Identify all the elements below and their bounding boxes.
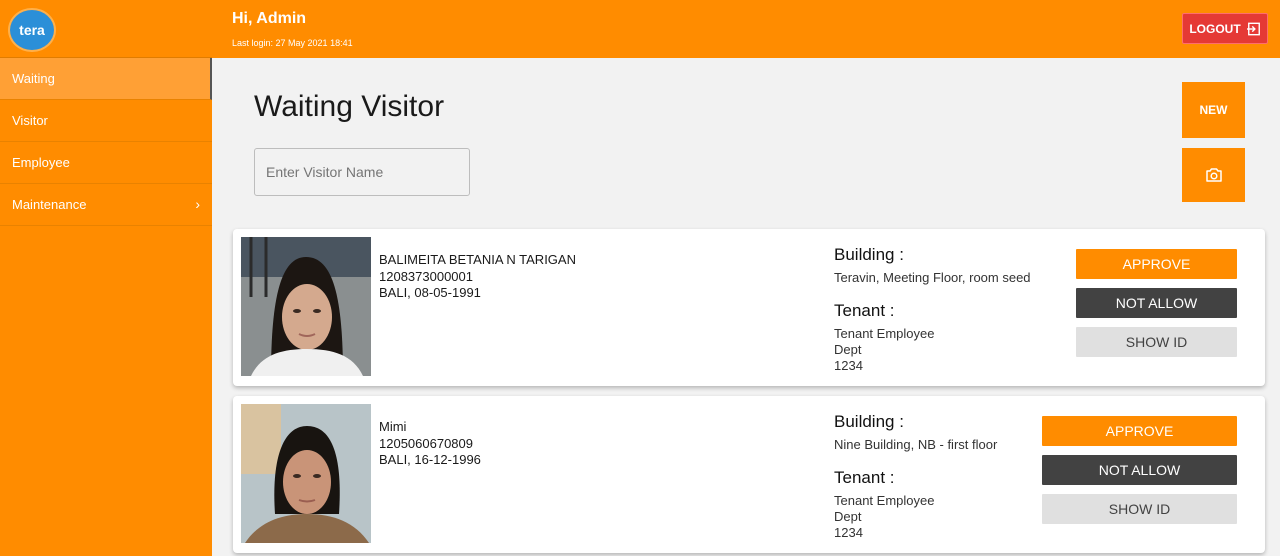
sidebar-item-maintenance[interactable]: Maintenance › xyxy=(0,184,212,226)
tenant-code: 1234 xyxy=(834,358,863,373)
visitor-birth: BALI, 08-05-1991 xyxy=(379,285,481,300)
visitor-card: Mimi 1205060670809 BALI, 16-12-1996 Buil… xyxy=(233,396,1265,553)
camera-icon xyxy=(1205,168,1222,182)
new-label: NEW xyxy=(1199,103,1228,117)
show-id-button[interactable]: SHOW ID xyxy=(1076,327,1237,357)
tenant-value: Tenant Employee Dept 1234 xyxy=(834,493,934,541)
tenant-name: Tenant Employee xyxy=(834,326,935,341)
logout-label: LOGOUT xyxy=(1189,21,1241,36)
logout-button[interactable]: LOGOUT xyxy=(1182,13,1268,44)
approve-button[interactable]: APPROVE xyxy=(1076,249,1237,279)
greeting-text: Hi, Admin xyxy=(232,10,307,27)
tenant-dept: Dept xyxy=(834,342,862,357)
page-title: Waiting Visitor xyxy=(254,90,445,123)
visitor-id-number: 1205060670809 xyxy=(379,435,473,451)
tenant-code: 1234 xyxy=(834,525,863,540)
tenant-name: Tenant Employee xyxy=(834,493,935,508)
visitor-info: BALIMEITA BETANIA N TARIGAN 120837300000… xyxy=(379,252,576,302)
sidebar-item-label: Maintenance xyxy=(12,197,87,212)
show-id-label: SHOW ID xyxy=(1108,501,1171,517)
tenant-dept: Dept xyxy=(834,509,862,524)
top-header: Hi, Admin Last login: 27 May 2021 18:41 … xyxy=(212,0,1280,58)
visitor-id-number: 1208373000001 xyxy=(379,268,473,284)
visitor-info: Mimi 1205060670809 BALI, 16-12-1996 xyxy=(379,419,481,469)
visitor-name: Mimi xyxy=(379,419,407,434)
visitor-photo xyxy=(241,404,371,543)
building-value: Teravin, Meeting Floor, room seed xyxy=(834,270,1031,285)
tenant-label: Tenant : xyxy=(834,301,895,320)
sidebar-header: tera xyxy=(0,0,212,58)
sidebar-item-label: Employee xyxy=(12,155,70,170)
building-label: Building : xyxy=(834,412,904,431)
sidebar-item-label: Waiting xyxy=(12,71,55,86)
not-allow-button[interactable]: NOT ALLOW xyxy=(1042,455,1237,485)
visitor-birth: BALI, 16-12-1996 xyxy=(379,452,481,467)
not-allow-label: NOT ALLOW xyxy=(1115,295,1198,311)
building-value: Nine Building, NB - first floor xyxy=(834,437,998,452)
tenant-value: Tenant Employee Dept 1234 xyxy=(834,326,934,374)
last-login-text: Last login: 27 May 2021 18:41 xyxy=(232,38,353,48)
app-logo[interactable]: tera xyxy=(8,8,56,52)
show-id-label: SHOW ID xyxy=(1125,334,1188,350)
show-id-button[interactable]: SHOW ID xyxy=(1042,494,1237,524)
camera-button[interactable] xyxy=(1182,148,1245,202)
approve-label: APPROVE xyxy=(1105,423,1174,439)
logout-icon xyxy=(1246,22,1260,35)
tenant-label: Tenant : xyxy=(834,468,895,487)
new-visitor-button[interactable]: NEW xyxy=(1182,82,1245,138)
approve-button[interactable]: APPROVE xyxy=(1042,416,1237,446)
visitor-search-input[interactable] xyxy=(254,148,470,196)
approve-label: APPROVE xyxy=(1122,256,1191,272)
main-content: Waiting Visitor NEW BALIM xyxy=(212,58,1280,556)
not-allow-button[interactable]: NOT ALLOW xyxy=(1076,288,1237,318)
sidebar-item-waiting[interactable]: Waiting xyxy=(0,58,212,100)
visitor-card: BALIMEITA BETANIA N TARIGAN 120837300000… xyxy=(233,229,1265,386)
visitor-name: BALIMEITA BETANIA N TARIGAN xyxy=(379,252,576,267)
chevron-right-icon: › xyxy=(195,196,200,212)
building-label: Building : xyxy=(834,245,904,264)
sidebar-item-label: Visitor xyxy=(12,113,48,128)
not-allow-label: NOT ALLOW xyxy=(1098,462,1181,478)
sidebar-item-employee[interactable]: Employee xyxy=(0,142,212,184)
sidebar-item-visitor[interactable]: Visitor xyxy=(0,100,212,142)
sidebar: tera Waiting Visitor Employee Maintenanc… xyxy=(0,0,212,556)
visitor-photo xyxy=(241,237,371,376)
